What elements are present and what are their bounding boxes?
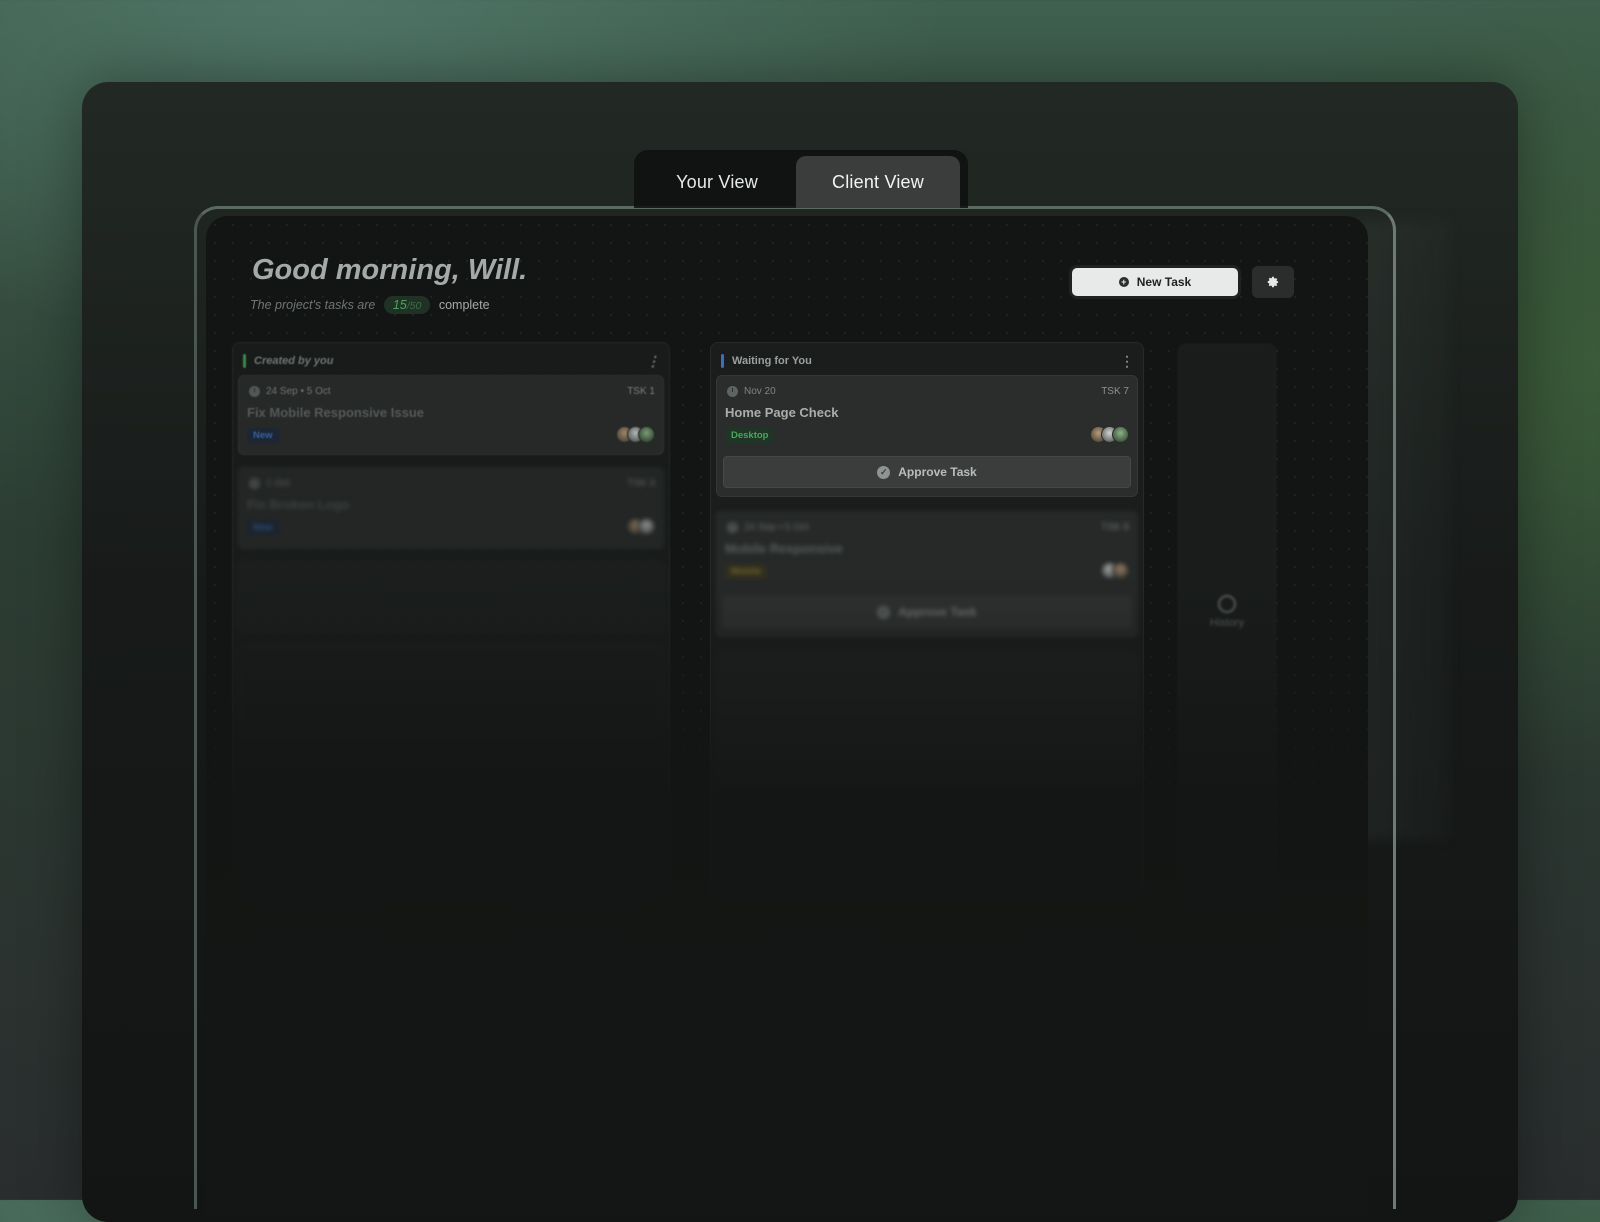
column-waiting-for-you: Waiting for You ⋮ Nov 20 TSK 7 Home Page… [710, 342, 1144, 904]
more-icon[interactable]: ⋮ [1120, 354, 1134, 368]
column-accent [243, 354, 246, 368]
task-title: Mobile Responsive [725, 541, 843, 556]
task-card[interactable]: Nov 20 TSK 7 Home Page Check Desktop ✓ A… [716, 375, 1138, 497]
approve-label: Approve Task [898, 465, 977, 479]
history-panel[interactable]: History [1178, 344, 1276, 906]
task-title: Home Page Check [725, 405, 839, 420]
assignee-avatars [616, 426, 655, 443]
task-id: TSK 1 [627, 386, 655, 397]
tab-client-view[interactable]: Client View [796, 156, 960, 208]
task-card[interactable]: 24 Sep • 5 Oct TSK 8 Mobile Responsive M… [716, 511, 1138, 637]
progress-total: /50 [406, 300, 422, 312]
history-icon [1218, 595, 1236, 613]
tab-your-view[interactable]: Your View [642, 156, 792, 208]
clock-icon [249, 478, 260, 489]
more-icon[interactable]: ⋮ [646, 354, 660, 368]
assignee-avatars [1101, 562, 1129, 579]
task-tag: New [247, 428, 279, 443]
clock-icon [249, 386, 260, 397]
task-title: Fix Mobile Responsive Issue [247, 405, 424, 420]
task-title: Fix Broken Logo [247, 497, 350, 512]
gear-icon [1267, 276, 1279, 288]
task-tag: New [247, 520, 279, 535]
avatar [638, 426, 655, 443]
task-card-placeholder [716, 653, 1138, 783]
task-date-text: 24 Sep • 5 Oct [266, 386, 331, 397]
plus-icon: + [1118, 277, 1129, 287]
task-card-placeholder [238, 561, 664, 633]
new-task-label: New Task [1136, 275, 1192, 289]
assignee-avatars [1090, 426, 1129, 443]
check-circle-icon: ✓ [877, 605, 891, 619]
task-date: Nov 20 [727, 386, 776, 397]
column-header: Waiting for You ⋮ [721, 351, 1134, 371]
column-title: Waiting for You [732, 355, 812, 367]
assignee-avatars [627, 518, 655, 535]
avatar [1112, 426, 1129, 443]
task-tag: Mobile [725, 564, 768, 579]
avatar [638, 518, 655, 535]
history-toggle[interactable]: History [1179, 595, 1275, 629]
dashboard-panel: Good morning, Will. The project's tasks … [206, 216, 1368, 1216]
column-title: Created by you [254, 355, 334, 367]
approve-label: Approve Task [898, 605, 977, 619]
approve-task-button[interactable]: ✓ Approve Task [723, 456, 1131, 488]
task-card[interactable]: 1 Oct TSK 3 Fix Broken Logo New [238, 467, 664, 549]
column-header: Created by you ⋮ [243, 351, 660, 371]
task-date: 1 Oct [249, 478, 290, 489]
page-title: Good morning, Will. [252, 254, 528, 286]
task-date: 24 Sep • 5 Oct [727, 522, 809, 533]
column-accent [721, 354, 724, 368]
avatar [1112, 562, 1129, 579]
task-id: TSK 3 [627, 478, 655, 489]
clock-icon [727, 522, 738, 533]
progress-prefix: The project's tasks are [250, 298, 376, 312]
column-created-by-you: Created by you ⋮ 24 Sep • 5 Oct TSK 1 Fi… [232, 342, 670, 904]
approve-task-button[interactable]: ✓ Approve Task [723, 596, 1131, 628]
task-date: 24 Sep • 5 Oct [249, 386, 331, 397]
clock-icon [727, 386, 738, 397]
check-circle-icon: ✓ [877, 465, 891, 479]
progress-done: 15 [392, 298, 407, 312]
task-tag: Desktop [725, 428, 775, 443]
progress-summary: The project's tasks are 15/50 complete [250, 296, 490, 314]
settings-button[interactable] [1252, 266, 1294, 298]
task-date-text: 1 Oct [266, 478, 290, 489]
new-task-button[interactable]: + New Task [1072, 268, 1238, 296]
task-card[interactable]: 24 Sep • 5 Oct TSK 1 Fix Mobile Responsi… [238, 375, 664, 455]
task-date-text: Nov 20 [744, 386, 776, 397]
view-switcher: Your View Client View [634, 150, 968, 208]
progress-badge: 15/50 [383, 296, 431, 314]
task-id: TSK 8 [1101, 522, 1129, 533]
progress-suffix: complete [438, 298, 490, 312]
task-card-placeholder [238, 643, 664, 735]
task-date-text: 24 Sep • 5 Oct [744, 522, 809, 533]
task-id: TSK 7 [1101, 386, 1129, 397]
history-label: History [1209, 617, 1245, 629]
